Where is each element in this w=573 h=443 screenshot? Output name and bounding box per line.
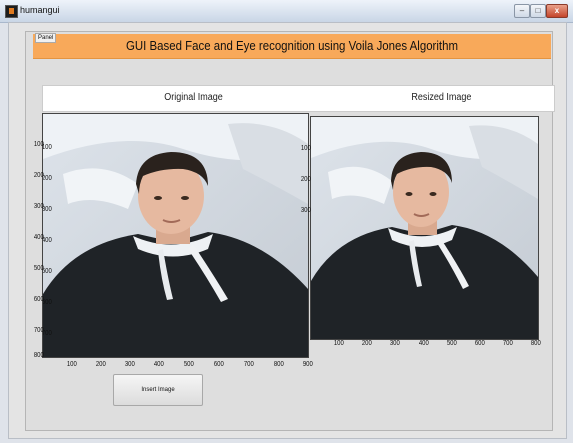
y-tick-label-600: 600 [33,296,44,303]
x-tick-label-200: 200 [95,361,106,368]
original-image-axes[interactable]: 100 200 300 400 500 600 700 [42,113,309,358]
x-tick-label-300: 300 [124,361,135,368]
minimize-button[interactable]: – [514,4,530,18]
res-y-tick-label-300: 300 [300,207,311,214]
original-image-label: Original Image [164,92,223,103]
x-tick-label-700: 700 [243,361,254,368]
res-y-tick-label-100: 100 [300,145,311,152]
x-tick-label-100: 100 [66,361,77,368]
insert-image-button[interactable]: Insert Image [113,374,203,406]
matlab-figure-icon [5,5,18,18]
y-tick-label-200: 200 [33,172,44,179]
res-x-tick-label-800: 800 [530,340,541,347]
resized-face-photo [311,117,538,339]
maximize-button[interactable]: □ [530,4,546,18]
x-tick-label-400: 400 [153,361,164,368]
panel-title: GUI Based Face and Eye recognition using… [126,38,458,53]
image-label-bar: Original Image Resized Image [42,85,555,112]
res-x-tick-label-600: 600 [474,340,485,347]
res-x-tick-label-100: 100 [333,340,344,347]
title-bar: humangui – □ x [0,0,573,23]
panel-label: Panel [35,33,57,43]
res-x-tick-label-700: 700 [502,340,513,347]
res-x-tick-label-500: 500 [446,340,457,347]
resized-image-axes[interactable] [310,116,539,340]
y-tick-label-800: 800 [33,352,44,359]
y-tick-label-300: 300 [33,203,44,210]
resized-image-label: Resized Image [411,92,472,103]
y-tick-label-500: 500 [33,265,44,272]
res-x-tick-label-400: 400 [418,340,429,347]
figure-window: humangui – □ x GUI Based Face and Eye re… [0,0,573,443]
close-button[interactable]: x [546,4,568,18]
res-y-tick-label-200: 200 [300,176,311,183]
x-tick-label-900: 900 [302,361,313,368]
y-tick-label-400: 400 [33,234,44,241]
x-tick-label-800: 800 [273,361,284,368]
original-face-photo [43,114,308,357]
y-tick-label-100: 100 [33,141,44,148]
y-tick-label-700: 700 [33,327,44,334]
res-x-tick-label-200: 200 [361,340,372,347]
res-x-tick-label-300: 300 [389,340,400,347]
window-title: humangui [20,5,60,15]
panel-header: GUI Based Face and Eye recognition using… [33,34,551,59]
x-tick-label-600: 600 [213,361,224,368]
x-tick-label-500: 500 [183,361,194,368]
